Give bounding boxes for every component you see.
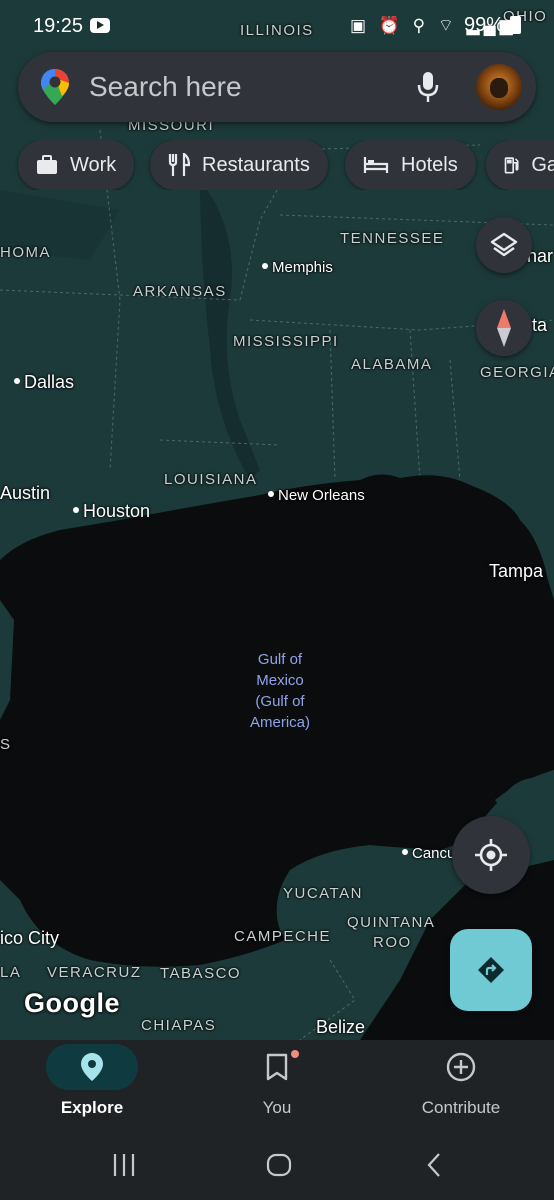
- city-dot: [402, 849, 408, 856]
- nav-contribute-pill: [415, 1044, 507, 1090]
- crosshair-icon: [475, 839, 507, 871]
- layers-icon: [490, 232, 518, 257]
- state-label-oklahoma: HOMA: [0, 244, 51, 261]
- city-label-memphis[interactable]: Memphis: [262, 259, 333, 276]
- city-label-austin[interactable]: Austin: [0, 483, 50, 504]
- battery-icon: [510, 16, 521, 34]
- youtube-notification-icon: [90, 18, 110, 33]
- city-dot: [268, 491, 274, 498]
- add-circle-icon: [446, 1052, 476, 1082]
- status-time: 19:25: [33, 15, 84, 37]
- nav-label: You: [262, 1098, 292, 1117]
- gas-station-icon: [504, 157, 519, 174]
- state-label-quintana: QUINTANA: [347, 914, 436, 931]
- bed-icon: [363, 157, 389, 173]
- nav-you[interactable]: You: [185, 1040, 369, 1132]
- back-icon[interactable]: [424, 1152, 444, 1178]
- nav-label: Explore: [60, 1098, 124, 1117]
- city-label-houston[interactable]: Houston: [73, 501, 150, 522]
- status-bar: 19:25 ▣ ⏰ ⚲ ⌔ ▂▄▆ 99%: [0, 0, 554, 52]
- my-location-button[interactable]: [452, 816, 530, 894]
- city-name: New Orleans: [278, 487, 365, 504]
- city-name: Houston: [83, 501, 151, 521]
- city-label-cancun[interactable]: Cancu: [402, 845, 455, 862]
- city-name: Dallas: [24, 372, 75, 392]
- fork-knife-icon: [168, 153, 190, 176]
- nav-contribute[interactable]: Contribute: [369, 1040, 553, 1132]
- state-label-mississippi: MISSISSIPPI: [233, 333, 339, 350]
- city-name: Cancu: [412, 845, 456, 862]
- state-label-roo: ROO: [373, 934, 412, 951]
- water-label-line: (Gulf of: [255, 693, 305, 710]
- category-chips: Work Restaurants Hotels Ga: [0, 140, 554, 190]
- city-label-new-orleans[interactable]: New Orleans: [268, 487, 365, 504]
- state-label-yucatan: YUCATAN: [283, 885, 363, 902]
- state-label-louisiana: LOUISIANA: [164, 471, 258, 488]
- water-label-gulf[interactable]: Gulf of Mexico (Gulf of America): [230, 649, 330, 733]
- city-name: ico City: [0, 928, 60, 948]
- city-dot: [14, 378, 20, 385]
- city-name: Austin: [0, 483, 51, 503]
- chip-work[interactable]: Work: [18, 140, 135, 190]
- google-attribution-logo: Google: [24, 988, 120, 1018]
- chip-label: Ga: [531, 153, 554, 176]
- avatar[interactable]: [476, 64, 522, 110]
- search-input[interactable]: Search here: [89, 71, 242, 103]
- chip-restaurants[interactable]: Restaurants: [150, 140, 328, 190]
- city-label-dallas[interactable]: Dallas: [14, 372, 74, 393]
- chip-label: Hotels: [401, 153, 458, 176]
- directions-button[interactable]: [450, 929, 532, 1011]
- city-name: Memphis: [272, 259, 333, 276]
- state-label-georgia: GEORGIA: [480, 364, 554, 381]
- nav-label: Contribute: [421, 1098, 501, 1117]
- bookmark-icon: [266, 1053, 288, 1081]
- maps-pin-icon: [40, 68, 70, 111]
- water-label-line: America): [249, 714, 310, 731]
- city-label-mexico-city[interactable]: ico City: [0, 928, 59, 949]
- nav-explore[interactable]: Explore: [0, 1040, 184, 1132]
- mic-icon[interactable]: [416, 70, 440, 109]
- chip-gas[interactable]: Ga: [486, 140, 554, 190]
- compass-button[interactable]: [476, 300, 532, 356]
- bottom-navigation: Explore You Contribute: [0, 1040, 554, 1132]
- state-label-la: LA: [0, 964, 22, 981]
- state-label-alabama: ALABAMA: [351, 356, 433, 373]
- state-label-veracruz: VERACRUZ: [47, 964, 142, 981]
- city-label-tampa[interactable]: Tampa: [489, 561, 543, 582]
- state-label-campeche: CAMPECHE: [234, 928, 332, 945]
- city-dot: [262, 263, 268, 270]
- compass-icon: [497, 309, 511, 347]
- city-name: Tampa: [489, 561, 544, 581]
- nav-explore-pill: [46, 1044, 138, 1090]
- notification-dot: [291, 1050, 299, 1058]
- home-icon[interactable]: [266, 1152, 292, 1178]
- layers-button[interactable]: [476, 217, 532, 273]
- city-label-atlanta-partial[interactable]: ta: [532, 315, 547, 336]
- city-label-belize[interactable]: Belize: [316, 1017, 365, 1038]
- chip-label: Work: [70, 153, 117, 176]
- state-label-tennessee: TENNESSEE: [340, 230, 445, 247]
- briefcase-icon: [37, 155, 57, 174]
- water-label-line: Mexico: [256, 672, 304, 689]
- system-navigation-bar: [0, 1132, 554, 1200]
- location-pin-icon: [81, 1053, 103, 1081]
- city-name: ta: [532, 315, 548, 335]
- city-dot: [73, 507, 79, 514]
- directions-icon: [478, 957, 504, 983]
- battery-percent: 99%: [464, 14, 505, 36]
- state-label-s: S: [0, 736, 12, 753]
- water-label-line: Gulf of: [257, 651, 303, 668]
- state-label-chiapas: CHIAPAS: [141, 1017, 217, 1034]
- nav-you-pill: [231, 1044, 323, 1090]
- chip-label: Restaurants: [202, 153, 310, 176]
- state-label-arkansas: ARKANSAS: [133, 283, 227, 300]
- city-name: Belize: [316, 1017, 366, 1037]
- recent-apps-icon[interactable]: [112, 1152, 136, 1178]
- state-label-tabasco: TABASCO: [160, 965, 242, 982]
- search-bar[interactable]: Search here: [18, 52, 536, 122]
- chip-hotels[interactable]: Hotels: [345, 140, 476, 190]
